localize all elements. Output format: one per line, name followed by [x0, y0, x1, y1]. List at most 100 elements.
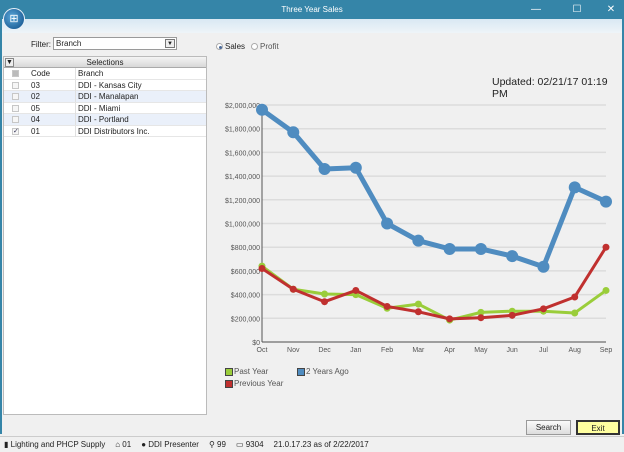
data-point[interactable]: [383, 302, 391, 310]
series-line-past-year: [261, 264, 607, 322]
column-header-code[interactable]: Code: [31, 68, 50, 79]
row-code: 02: [31, 92, 40, 101]
data-point[interactable]: [474, 242, 487, 255]
data-point[interactable]: [256, 103, 268, 116]
row-code: 05: [31, 103, 40, 113]
table-row[interactable]: 03 DDI - Kansas City: [4, 79, 206, 91]
filter-select[interactable]: Branch ▼: [53, 37, 177, 50]
row-checkbox[interactable]: [12, 104, 19, 112]
title-bar: Three Year Sales — ☐ ✕: [0, 0, 624, 19]
close-button[interactable]: ✕: [601, 3, 621, 17]
data-point[interactable]: [571, 309, 579, 317]
legend-2-years-ago: 2 Years Ago: [297, 367, 349, 376]
x-tick-label: Apr: [444, 347, 456, 354]
profit-radio[interactable]: Profit: [251, 42, 279, 51]
app-logo-icon[interactable]: ⊞: [3, 8, 25, 30]
data-point[interactable]: [568, 181, 581, 194]
data-point[interactable]: [289, 285, 297, 293]
y-tick-label: $1,800,000: [225, 127, 260, 134]
filter-icon[interactable]: ▼: [5, 58, 14, 67]
row-checkbox[interactable]: [12, 81, 19, 89]
filter-value: Branch: [56, 39, 82, 48]
x-tick-label: Dec: [318, 347, 331, 354]
branch-status: ⌂ 01: [115, 440, 132, 449]
selections-title: Selections: [86, 58, 124, 67]
row-checkbox[interactable]: ✓: [12, 127, 19, 135]
data-point[interactable]: [443, 242, 456, 255]
exit-button[interactable]: Exit: [576, 420, 620, 435]
version-status: 21.0.17.23 as of 2/22/2017: [273, 440, 369, 449]
table-row[interactable]: 04 DDI - Portland: [4, 114, 206, 126]
data-point[interactable]: [477, 314, 485, 322]
legend-past-year: Past Year: [225, 367, 268, 376]
y-tick-label: $2,000,000: [225, 103, 260, 110]
y-tick-label: $800,000: [231, 245, 260, 252]
data-point[interactable]: [414, 300, 422, 308]
data-point[interactable]: [349, 161, 362, 174]
y-tick-label: $1,400,000: [225, 174, 260, 181]
y-tick-label: $600,000: [231, 269, 260, 276]
data-point[interactable]: [352, 286, 360, 294]
data-point[interactable]: [321, 298, 329, 306]
y-tick-label: $400,000: [231, 293, 260, 300]
table-row[interactable]: 02 DDI - Manalapan: [4, 91, 206, 103]
filter-label: Filter:: [31, 40, 51, 49]
data-point[interactable]: [508, 311, 516, 319]
sales-line-chart: $0 $200,000 $400,000 $600,000 $800,000 $1,000…: [225, 103, 613, 354]
row-code: 01: [31, 126, 40, 136]
select-all-checkbox[interactable]: [12, 70, 19, 77]
data-point[interactable]: [506, 250, 519, 263]
data-point[interactable]: [602, 243, 610, 251]
row-branch: DDI - Miami: [75, 102, 120, 114]
data-point[interactable]: [318, 162, 331, 175]
maximize-button[interactable]: ☐: [567, 3, 587, 17]
x-tick-label: Sep: [600, 347, 613, 354]
x-tick-label: May: [474, 347, 488, 354]
x-tick-label: Oct: [257, 347, 268, 354]
company-status: ▮ Lighting and PHCP Supply: [4, 440, 106, 449]
series-line-previous-year: [261, 246, 608, 321]
data-point[interactable]: [321, 290, 329, 298]
row-branch: DDI - Manalapan: [75, 91, 138, 102]
data-point[interactable]: [539, 305, 547, 313]
data-point[interactable]: [600, 195, 612, 208]
status-bar: ▮ Lighting and PHCP Supply ⌂ 01 ● DDI Pr…: [0, 436, 624, 452]
key-status: ⚲ 99: [208, 440, 226, 449]
series-line-2-years-ago: [260, 107, 608, 270]
x-tick-label: Jun: [507, 347, 518, 354]
legend-previous-year: Previous Year: [225, 379, 283, 388]
y-tick-label: $1,200,000: [225, 198, 260, 205]
column-header-branch[interactable]: Branch: [75, 68, 103, 79]
x-tick-label: Nov: [287, 347, 300, 354]
terminal-status: ▭ 9304: [235, 440, 264, 449]
data-point[interactable]: [446, 315, 454, 323]
chevron-down-icon[interactable]: ▼: [165, 39, 175, 48]
row-checkbox[interactable]: [12, 93, 19, 100]
x-tick-label: Mar: [412, 347, 425, 354]
profit-label: Profit: [260, 42, 279, 51]
minimize-button[interactable]: —: [526, 3, 546, 17]
row-checkbox[interactable]: [12, 116, 19, 123]
data-point[interactable]: [602, 286, 610, 294]
data-point[interactable]: [414, 308, 422, 316]
data-point[interactable]: [571, 293, 579, 301]
sales-radio[interactable]: Sales: [216, 42, 245, 51]
table-row[interactable]: ✓ 01 DDI Distributors Inc.: [4, 125, 206, 137]
row-code: 04: [31, 115, 40, 124]
y-tick-label: $200,000: [231, 316, 260, 323]
data-point[interactable]: [537, 260, 550, 273]
table-row[interactable]: 05 DDI - Miami: [4, 102, 206, 114]
data-point[interactable]: [412, 234, 425, 247]
x-tick-label: Aug: [568, 347, 581, 354]
data-point[interactable]: [258, 265, 266, 273]
search-button[interactable]: Search: [526, 420, 571, 435]
column-header-row: Code Branch: [4, 68, 206, 80]
x-tick-label: Feb: [381, 347, 393, 354]
sales-label: Sales: [225, 42, 246, 51]
user-status: ● DDI Presenter: [141, 440, 199, 449]
y-tick-label: $0: [252, 340, 260, 347]
data-point[interactable]: [381, 217, 394, 230]
x-tick-label: Jan: [350, 347, 361, 354]
y-tick-label: $1,000,000: [225, 222, 260, 229]
data-point[interactable]: [287, 126, 300, 139]
